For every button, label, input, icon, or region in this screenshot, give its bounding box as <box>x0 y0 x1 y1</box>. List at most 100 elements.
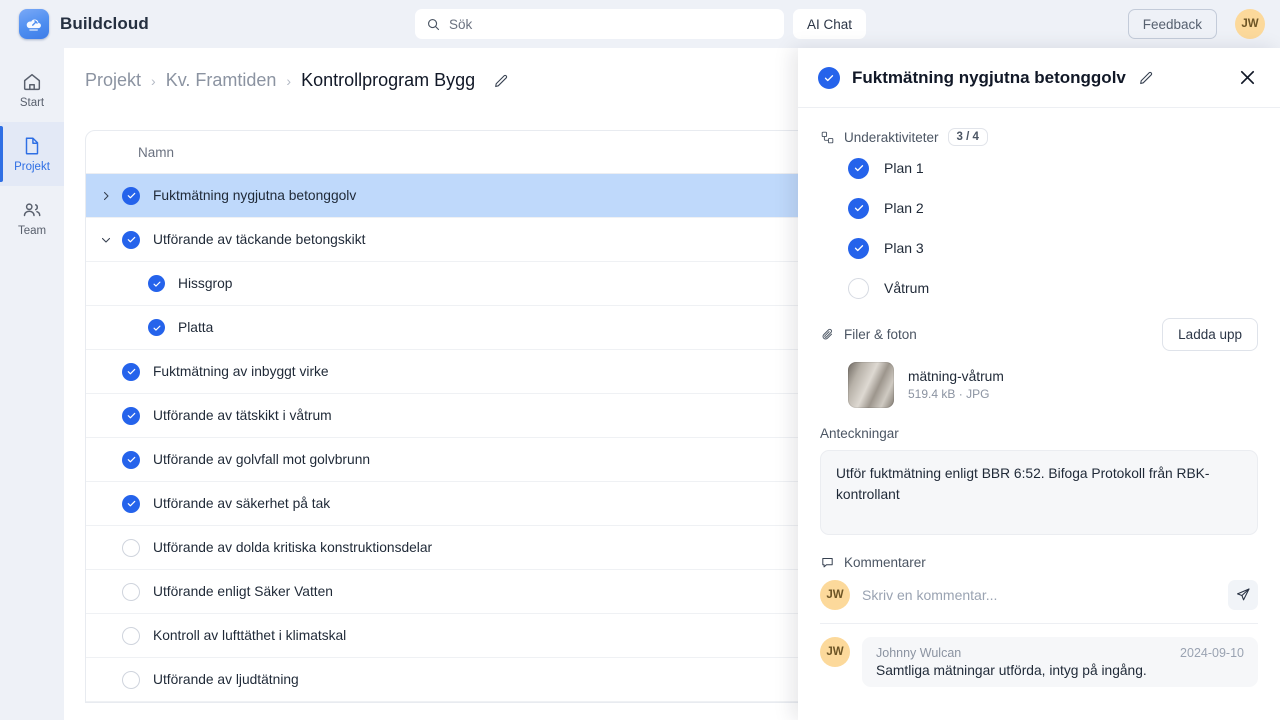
row-checkbox[interactable] <box>122 407 140 425</box>
subtask-item[interactable]: Plan 3 <box>820 228 1258 268</box>
breadcrumb-item-project[interactable]: Kv. Framtiden <box>166 70 277 91</box>
top-bar: Buildcloud Sök AI Chat Feedback JW <box>0 0 1280 48</box>
row-checkbox[interactable] <box>122 671 140 689</box>
comment-icon <box>820 555 835 570</box>
row-checkbox[interactable] <box>122 363 140 381</box>
row-checkbox[interactable] <box>148 319 165 336</box>
notes-label: Anteckningar <box>820 426 1258 441</box>
breadcrumb-separator: › <box>286 73 291 89</box>
sidebar-item-projekt[interactable]: Projekt <box>0 122 64 186</box>
feedback-button[interactable]: Feedback <box>1128 9 1217 39</box>
search-input[interactable]: Sök <box>415 9 784 39</box>
subtask-item[interactable]: Våtrum <box>820 268 1258 308</box>
row-name: Fuktmätning av inbyggt virke <box>153 364 329 379</box>
app-root: Buildcloud Sök AI Chat Feedback JW Start <box>0 0 1280 720</box>
sidebar-item-label: Team <box>18 225 46 237</box>
avatar[interactable]: JW <box>1235 9 1265 39</box>
row-name: Hissgrop <box>178 276 232 291</box>
paperclip-icon <box>820 327 835 342</box>
pencil-icon[interactable] <box>1138 69 1155 86</box>
row-checkbox[interactable] <box>122 627 140 645</box>
notes-field[interactable]: Utför fuktmätning enligt BBR 6:52. Bifog… <box>820 450 1258 535</box>
row-name: Utförande enligt Säker Vatten <box>153 584 333 599</box>
subtask-item[interactable]: Plan 1 <box>820 148 1258 188</box>
row-name: Utförande av säkerhet på tak <box>153 496 330 511</box>
breadcrumb-separator: › <box>151 73 156 89</box>
document-icon <box>21 135 43 157</box>
comment-item: JW Johnny Wulcan 2024-09-10 Samtliga mät… <box>820 637 1258 687</box>
subtasks-label: Underaktiviteter <box>844 130 939 145</box>
sidebar-item-label: Start <box>20 97 44 109</box>
subtask-icon <box>820 130 835 145</box>
sidebar-item-team[interactable]: Team <box>0 186 64 250</box>
row-name: Utförande av tätskikt i våtrum <box>153 408 332 423</box>
sidebar-item-label: Projekt <box>14 161 50 173</box>
people-icon <box>21 199 43 221</box>
subtask-label: Våtrum <box>884 280 929 296</box>
brand[interactable]: Buildcloud <box>0 9 400 39</box>
files-label: Filer & foton <box>844 327 917 342</box>
cloud-hammer-logo-icon <box>19 9 49 39</box>
subtask-checkbox[interactable] <box>848 158 869 179</box>
file-size: 519.4 kB <box>908 387 955 401</box>
row-name: Utförande av ljudtätning <box>153 672 299 687</box>
file-thumbnail[interactable] <box>848 362 894 408</box>
row-checkbox[interactable] <box>122 539 140 557</box>
row-checkbox[interactable] <box>122 187 140 205</box>
subtask-checkbox[interactable] <box>848 278 869 299</box>
comments-header: Kommentarer <box>820 555 1258 570</box>
row-name: Fuktmätning nygjutna betonggolv <box>153 188 356 203</box>
file-item[interactable]: mätning-våtrum 519.4 kB · JPG <box>848 362 1258 408</box>
subtasks-count-badge: 3 / 4 <box>948 128 988 146</box>
row-checkbox[interactable] <box>122 495 140 513</box>
comment-input-row: JW Skriv en kommentar... <box>820 580 1258 624</box>
comment-text: Samtliga mätningar utförda, intyg på ing… <box>876 663 1244 678</box>
file-meta-separator: · <box>959 387 963 401</box>
file-meta: 519.4 kB · JPG <box>908 387 1004 401</box>
breadcrumb-item-projekt[interactable]: Projekt <box>85 70 141 91</box>
subtasks-header: Underaktiviteter 3 / 4 <box>820 126 1258 148</box>
detail-panel-header: Fuktmätning nygjutna betonggolv <box>798 48 1280 108</box>
chevron-down-icon[interactable] <box>86 234 122 246</box>
subtask-label: Plan 3 <box>884 240 924 256</box>
close-icon[interactable] <box>1237 67 1258 88</box>
row-name: Platta <box>178 320 213 335</box>
subtask-label: Plan 1 <box>884 160 924 176</box>
row-checkbox[interactable] <box>122 451 140 469</box>
file-type: JPG <box>966 387 989 401</box>
home-icon <box>21 71 43 93</box>
row-checkbox[interactable] <box>148 275 165 292</box>
subtask-item[interactable]: Plan 2 <box>820 188 1258 228</box>
brand-name: Buildcloud <box>60 14 149 34</box>
comment-author: Johnny Wulcan <box>876 646 961 660</box>
search-placeholder: Sök <box>449 17 472 32</box>
comment-date: 2024-09-10 <box>1180 646 1244 660</box>
ai-chat-button[interactable]: AI Chat <box>793 9 866 39</box>
sidebar-item-start[interactable]: Start <box>0 58 64 122</box>
row-checkbox[interactable] <box>122 583 140 601</box>
subtask-label: Plan 2 <box>884 200 924 216</box>
detail-title: Fuktmätning nygjutna betonggolv <box>852 68 1126 88</box>
subtask-checkbox[interactable] <box>848 198 869 219</box>
files-header: Filer & foton Ladda upp <box>820 318 1258 351</box>
subtask-checkbox[interactable] <box>848 238 869 259</box>
file-name: mätning-våtrum <box>908 369 1004 384</box>
sidebar: Start Projekt Team <box>0 48 64 720</box>
avatar: JW <box>820 580 850 610</box>
row-name: Utförande av dolda kritiska konstruktion… <box>153 540 432 555</box>
detail-checkbox[interactable] <box>818 67 840 89</box>
send-icon <box>1235 587 1251 603</box>
row-name: Kontroll av lufttäthet i klimatskal <box>153 628 346 643</box>
comment-input[interactable]: Skriv en kommentar... <box>862 587 1216 603</box>
comments-label: Kommentarer <box>844 555 926 570</box>
detail-panel-body: Underaktiviteter 3 / 4 Plan 1 Plan 2 P <box>798 108 1280 687</box>
send-comment-button[interactable] <box>1228 580 1258 610</box>
page-title: Kontrollprogram Bygg <box>301 70 475 91</box>
row-checkbox[interactable] <box>122 231 140 249</box>
pencil-icon[interactable] <box>493 72 510 89</box>
avatar: JW <box>820 637 850 667</box>
upload-button[interactable]: Ladda upp <box>1162 318 1258 351</box>
chevron-right-icon[interactable] <box>86 190 122 202</box>
detail-panel: Fuktmätning nygjutna betonggolv Unde <box>798 48 1280 720</box>
column-header-namn: Namn <box>86 145 174 160</box>
